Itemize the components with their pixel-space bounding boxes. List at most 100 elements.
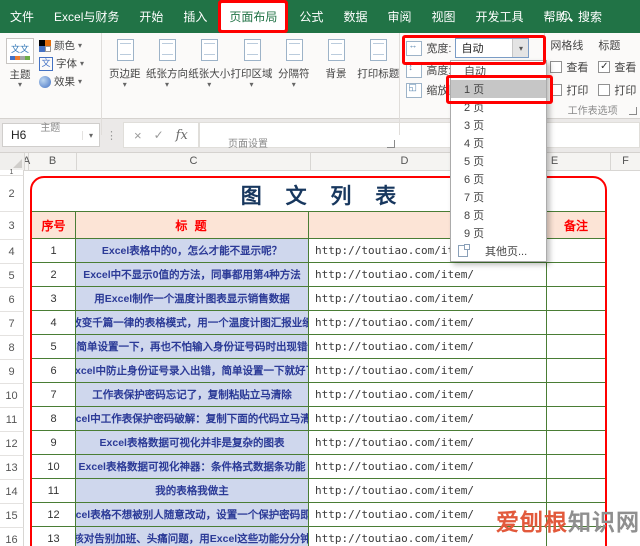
table-row[interactable]: 8 Excel中工作表保护密码破解：复制下面的代码立马清除 http://tou… [32,406,605,430]
gridlines-view-row[interactable]: 查看 [550,59,588,75]
page-setup-dialog-launcher-icon[interactable] [387,140,395,148]
width-dropdown-item[interactable]: 2 页 [451,98,546,116]
fit-width-icon [406,40,423,56]
width-combobox[interactable]: 自动 ▾ [455,38,530,58]
sheet-options-dialog-launcher-icon[interactable] [628,107,637,115]
ribbon-tab[interactable]: 视图 [421,0,465,33]
sheet-options-group: 网格线 查看 打印 标题 查看 打印 [545,33,640,118]
table-row[interactable]: 6 Excel中防止身份证号录入出错，简单设置一下就好了 http://tout… [32,358,605,382]
headings-view-row[interactable]: 查看 [598,59,636,75]
chevron-down-icon: ▾ [122,80,127,89]
gridlines-view-checkbox[interactable] [550,61,563,73]
print-titles-button[interactable]: 打印标题 ▾ [357,36,399,121]
row-header[interactable]: 12 [0,432,24,456]
width-dropdown-item[interactable]: 3 页 [451,116,546,134]
search-box[interactable]: 搜索 [560,0,640,33]
theme-colors-button[interactable]: 颜色 ▾ [39,38,84,53]
chevron-down-icon: ▾ [80,58,85,68]
row-header[interactable]: 7 [0,312,24,336]
width-dropdown-item[interactable]: 6 页 [451,170,546,188]
row-header[interactable]: 15 [0,504,24,528]
ribbon-tab[interactable]: 公式 [289,0,333,33]
column-header[interactable]: B [29,152,77,170]
row-header[interactable]: 10 [0,384,24,408]
width-dropdown-item[interactable]: 7 页 [451,188,546,206]
colors-icon [39,39,51,52]
headings-print-checkbox[interactable] [598,84,611,96]
table-row[interactable]: 11 我的表格我做主 http://toutiao.com/item/ [32,478,605,502]
table-row[interactable]: 4 改变千篇一律的表格模式，用一个温度计图汇报业绩 http://toutiao… [32,310,605,334]
cell-title: Excel中防止身份证号录入出错，简单设置一下就好了 [76,359,309,382]
cell-title: 我的表格我做主 [76,479,309,502]
cell-note [547,239,605,262]
print-area-button[interactable]: 打印区域 ▾ [230,36,273,121]
cell-num: 2 [32,263,76,286]
scale-icon [406,82,423,98]
theme-effects-button[interactable]: 效果 ▾ [39,74,84,89]
row-header[interactable]: 3 [0,212,24,240]
cell-title: 这样简单设置一下，再也不怕输入身份证号码时出现错误了 [76,335,309,358]
gridlines-print-checkbox[interactable] [550,84,563,96]
ribbon-tab[interactable]: 开发工具 [465,0,533,33]
ribbon-tab[interactable]: 开始 [129,0,173,33]
effects-icon [39,75,51,88]
width-dropdown-item[interactable]: 9 页 [451,224,546,242]
row-header[interactable]: 4 [0,240,24,264]
width-dropdown-item[interactable]: 4 页 [451,134,546,152]
background-button[interactable]: 背景 ▾ [315,36,357,121]
row-header[interactable]: 6 [0,288,24,312]
width-dropdown-item[interactable]: 8 页 [451,206,546,224]
cell-url: http://toutiao.com/item/ [309,431,547,454]
width-dropdown-item[interactable]: 其他页... [451,242,546,260]
margins-button[interactable]: 页边距 ▾ [104,36,146,121]
row-header[interactable]: 11 [0,408,24,432]
table-row[interactable]: 3 用Excel制作一个温度计图表显示销售数据 http://toutiao.c… [32,286,605,310]
headings-print-row[interactable]: 打印 [598,82,636,98]
row-header[interactable]: 13 [0,456,24,480]
ribbon-tab[interactable]: 审阅 [377,0,421,33]
cell-note [547,455,605,478]
ribbon-tab[interactable]: 文件 [0,0,44,33]
table-row[interactable]: 7 工作表保护密码忘记了，复制粘贴立马清除 http://toutiao.com… [32,382,605,406]
ribbon-tab[interactable]: Excel与财务 [44,0,129,33]
excel-window: 文件 Excel与财务 开始 插入 页面布局 公式 数据 审阅 视图 开发工具 … [0,0,640,546]
chevron-down-icon: ▾ [291,80,296,89]
gridlines-title: 网格线 [550,40,584,52]
themes-group: 文文 主题 ▾ 颜色 ▾ 文 字体 ▾ 效果 ▾ 主题 [0,33,102,135]
ribbon-tab[interactable]: 页面布局 [221,3,286,30]
row-header[interactable]: 16 [0,528,24,546]
chevron-down-icon: ▾ [249,80,254,89]
table-row[interactable]: 5 这样简单设置一下，再也不怕输入身份证号码时出现错误了 http://tout… [32,334,605,358]
ribbon-tab[interactable]: 数据 [333,0,377,33]
chevron-down-icon[interactable]: ▾ [512,39,529,57]
theme-fonts-button[interactable]: 文 字体 ▾ [39,56,84,71]
cell-url: http://toutiao.com/item/ [309,287,547,310]
paper-size-button[interactable]: 纸张大小 ▾ [188,36,230,121]
cell-num: 8 [32,407,76,430]
row-header[interactable]: 5 [0,264,24,288]
header-title: 标 题 [76,212,309,238]
ribbon-tab[interactable]: 插入 [173,0,217,33]
gridlines-print-row[interactable]: 打印 [550,82,588,98]
cell-title: 数据核对告别加班、头痛问题，用Excel这些功能分分钟搞定 [76,527,309,546]
row-header-strip: 1 2 3 4 5 6 7 8 9 10 11 12 13 14 15 16 [0,169,24,546]
width-dropdown-item[interactable]: 自动 [451,62,546,80]
table-row[interactable]: 9 Excel表格数据可视化并非是复杂的图表 http://toutiao.co… [32,430,605,454]
row-header[interactable]: 14 [0,480,24,504]
breaks-button[interactable]: 分隔符 ▾ [273,36,315,121]
page-setup-group: 页边距 ▾ 纸张方向 ▾ 纸张大小 ▾ 打印区域 ▾ 分隔符 ▾ 背景 打印标题 [102,33,401,135]
headings-view-checkbox[interactable] [598,61,611,73]
table-row[interactable]: 2 Excel中不显示0值的方法，同事都用第4种方法 http://toutia… [32,262,605,286]
select-all-corner[interactable] [0,152,25,170]
row-header[interactable]: 8 [0,336,24,360]
orientation-button[interactable]: 纸张方向 ▾ [146,36,188,121]
width-dropdown-item[interactable]: 5 页 [451,152,546,170]
width-dropdown-item[interactable]: 1 页 [451,80,546,98]
column-header[interactable]: F [611,152,640,170]
column-header[interactable]: C [77,152,311,170]
row-header[interactable]: 9 [0,360,24,384]
chevron-down-icon: ▾ [78,40,83,50]
themes-button[interactable]: 文文 主题 ▾ [4,36,36,121]
table-row[interactable]: 10 Excel表格数据可视化神器：条件格式数据条功能 http://touti… [32,454,605,478]
row-header[interactable]: 2 [0,176,24,212]
